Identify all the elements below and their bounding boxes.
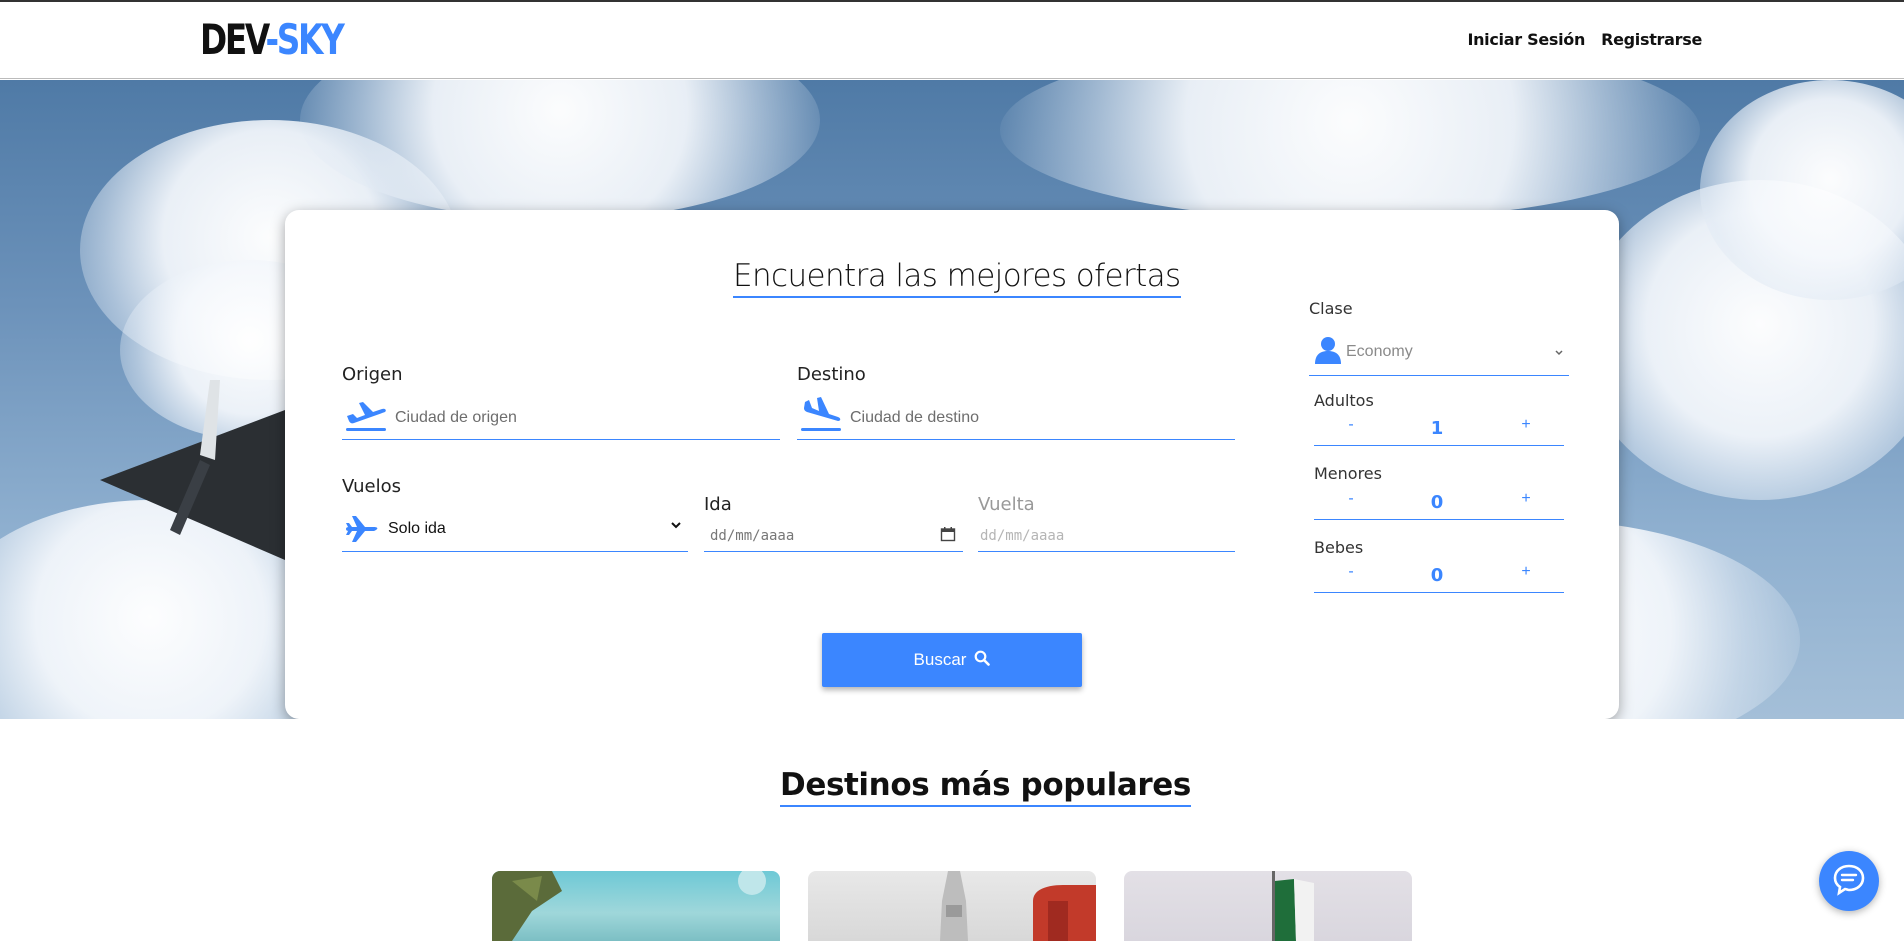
destination-image [940,871,1096,941]
calendar-icon[interactable] [940,526,956,547]
flights-label: Vuelos [342,476,401,497]
return-date-field[interactable]: dd/mm/aaaa [978,520,1235,552]
nav-links: Iniciar Sesión Registrarse [1467,30,1702,49]
adults-label: Adultos [1314,391,1374,410]
search-icon [974,650,991,671]
adults-value: 1 [1430,418,1444,439]
destination-input[interactable] [850,406,1220,430]
destination-card-1[interactable] [492,871,780,941]
destination-field [797,390,1235,440]
class-selected-value: Economy [1346,343,1413,360]
login-link[interactable]: Iniciar Sesión [1467,30,1585,49]
class-select[interactable]: Economy [1309,324,1569,376]
origin-label: Origen [342,364,403,385]
destination-image [492,871,766,941]
flights-selected-value: Solo ida [388,520,446,537]
origin-field [342,390,780,440]
departure-date-field[interactable]: dd/mm/aaaa [704,520,963,552]
babies-counter: - 0 + [1314,563,1564,593]
minors-counter: - 0 + [1314,490,1564,520]
class-label: Clase [1309,299,1353,318]
adults-decrement-button[interactable]: - [1336,416,1366,434]
departure-label: Ida [704,494,732,515]
departure-date-placeholder: dd/mm/aaaa [710,528,795,544]
babies-value: 0 [1430,565,1444,586]
brand-logo[interactable]: DEV-SKY [200,15,345,64]
babies-decrement-button[interactable]: - [1336,563,1366,581]
hero-background: Encuentra las mejores ofertas Origen Des… [0,80,1904,719]
brand-separator: - [265,15,280,64]
babies-increment-button[interactable]: + [1511,563,1541,581]
minors-label: Menores [1314,464,1382,483]
search-button[interactable]: Buscar [822,633,1082,687]
plane-icon [344,514,380,549]
destination-image [1272,871,1314,941]
search-title: Encuentra las mejores ofertas [733,258,1181,298]
chevron-down-icon [1554,345,1564,363]
plane-arrival-icon [799,396,843,439]
brand-part2: SKY [276,15,345,64]
brand-part1: DEV [200,15,268,64]
babies-label: Bebes [1314,538,1364,557]
search-button-label: Buscar [913,650,967,669]
register-link[interactable]: Registrarse [1601,30,1702,49]
chat-button[interactable] [1819,851,1879,911]
adults-counter: - 1 + [1314,416,1564,446]
navbar: DEV-SKY Iniciar Sesión Registrarse [0,2,1904,79]
flights-select[interactable]: Solo ida [342,502,688,552]
destination-label: Destino [797,364,866,385]
minors-decrement-button[interactable]: - [1336,490,1366,508]
plane-departure-icon [344,398,388,439]
popular-destinations-title: Destinos más populares [780,767,1191,807]
minors-increment-button[interactable]: + [1511,490,1541,508]
chat-icon [1832,862,1866,901]
return-date-placeholder: dd/mm/aaaa [980,528,1065,544]
destination-card-3[interactable] [1124,871,1412,941]
search-card: Encuentra las mejores ofertas Origen Des… [285,210,1619,719]
origin-input[interactable] [395,406,765,430]
minors-value: 0 [1430,492,1444,513]
return-label: Vuelta [978,494,1035,515]
adults-increment-button[interactable]: + [1511,416,1541,434]
user-icon [1315,336,1341,369]
chevron-down-icon [670,518,682,536]
destination-card-2[interactable] [808,871,1096,941]
